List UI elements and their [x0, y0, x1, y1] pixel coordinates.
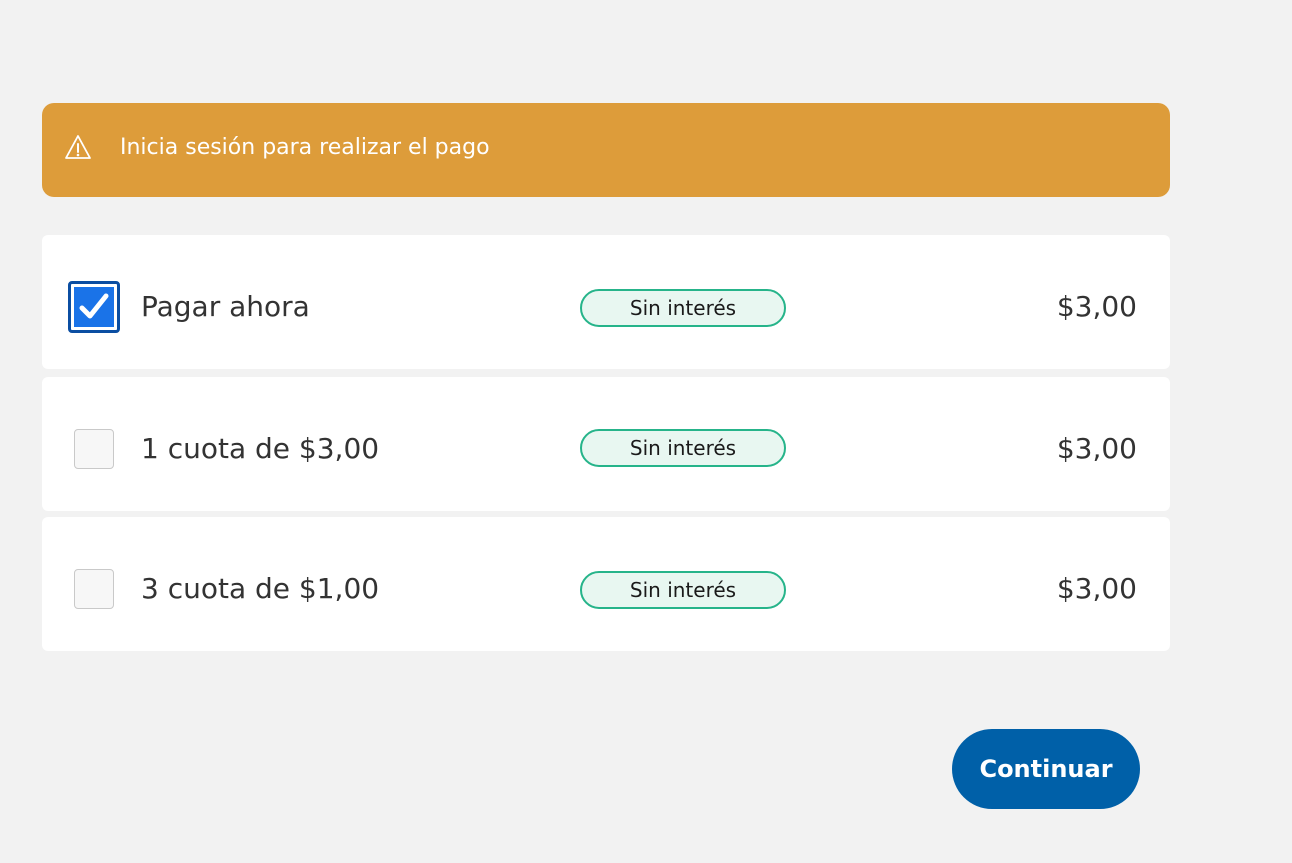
payment-option-1-cuota[interactable]: 1 cuota de $3,00 Sin interés $3,00: [42, 377, 1170, 511]
option-label: 1 cuota de $3,00: [141, 432, 380, 465]
warning-icon: [65, 135, 91, 159]
interest-badge: Sin interés: [580, 289, 786, 327]
option-label: Pagar ahora: [141, 290, 310, 323]
interest-badge: Sin interés: [580, 571, 786, 609]
continue-button[interactable]: Continuar: [952, 729, 1140, 809]
option-checkbox[interactable]: [74, 569, 114, 609]
interest-badge: Sin interés: [580, 429, 786, 467]
option-amount: $3,00: [1056, 432, 1137, 465]
option-checkbox-checked[interactable]: [68, 281, 120, 333]
option-amount: $3,00: [1056, 572, 1137, 605]
checkmark-icon: [79, 293, 109, 319]
payment-option-pagar-ahora[interactable]: Pagar ahora Sin interés $3,00: [42, 235, 1170, 369]
option-amount: $3,00: [1056, 290, 1137, 323]
option-label: 3 cuota de $1,00: [141, 572, 380, 605]
payment-option-3-cuota[interactable]: 3 cuota de $1,00 Sin interés $3,00: [42, 517, 1170, 651]
option-checkbox[interactable]: [74, 429, 114, 469]
alert-message: Inicia sesión para realizar el pago: [120, 135, 490, 160]
